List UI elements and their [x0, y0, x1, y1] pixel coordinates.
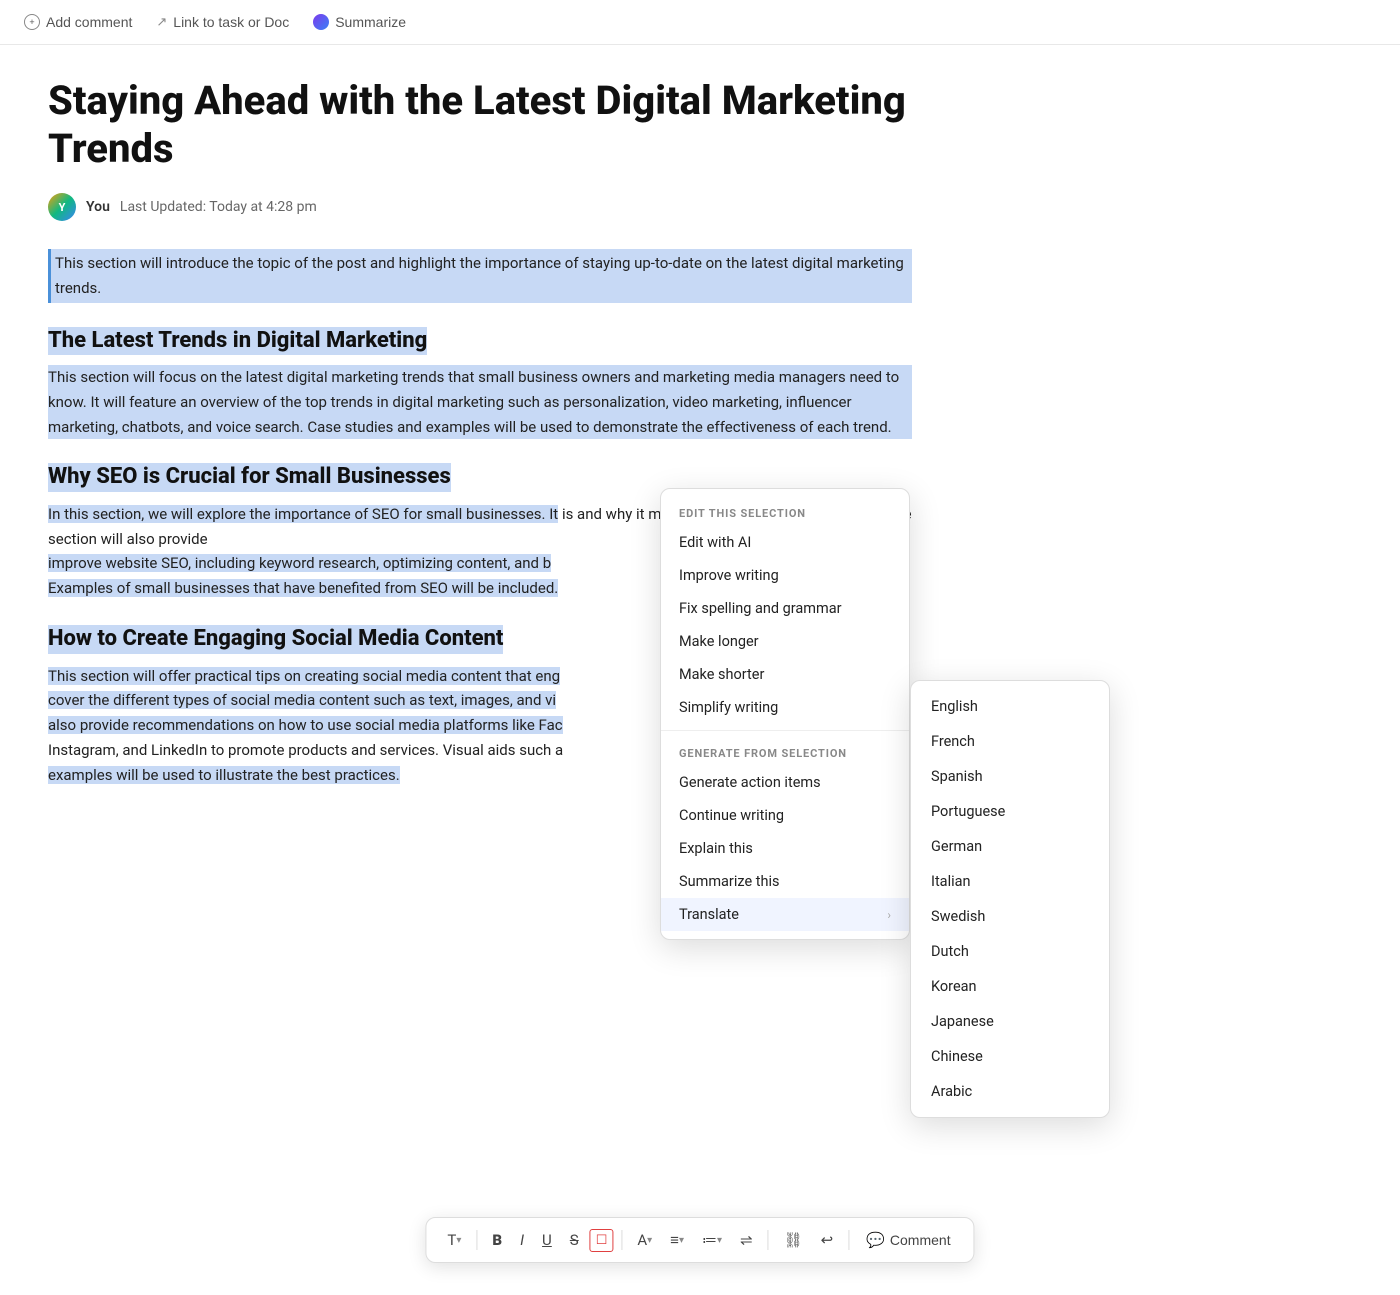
separator-3 [768, 1230, 769, 1250]
color-button[interactable]: A ▾ [630, 1226, 659, 1254]
lang-korean[interactable]: Korean [911, 969, 1109, 1004]
summarize-label: Summarize [335, 14, 406, 30]
link-button[interactable]: ⛓ [777, 1226, 810, 1254]
link-task-button[interactable]: ↗ Link to task or Doc [156, 14, 289, 30]
checkbox-button[interactable]: ☐ [590, 1229, 614, 1252]
undo-button[interactable]: ↩ [814, 1226, 841, 1254]
summarize-button[interactable]: Summarize [313, 14, 406, 30]
section-seo-body-selected: In this section, we will explore the imp… [48, 505, 558, 523]
menu-item-simplify[interactable]: Simplify writing [661, 691, 909, 724]
indent-button[interactable]: ⇌ [733, 1226, 760, 1254]
comment-icon: + [24, 14, 40, 30]
lang-german[interactable]: German [911, 829, 1109, 864]
meta-user: You [86, 199, 110, 215]
section-intro: This section will introduce the topic of… [48, 249, 912, 303]
align-arrow: ▾ [679, 1235, 684, 1246]
doc-title: Staying Ahead with the Latest Digital Ma… [48, 77, 912, 173]
comment-label: Comment [890, 1232, 951, 1248]
bold-button[interactable]: B [485, 1226, 509, 1254]
strikethrough-button[interactable]: S [563, 1226, 586, 1254]
link-icon: ↗ [156, 14, 167, 30]
menu-item-continue-writing[interactable]: Continue writing [661, 799, 909, 832]
meta-updated: Last Updated: Today at 4:28 pm [120, 199, 317, 215]
context-menu: EDIT THIS SELECTION Edit with AI Improve… [660, 488, 910, 940]
translate-submenu: English French Spanish Portuguese German… [910, 680, 1110, 1118]
menu-item-improve-writing[interactable]: Improve writing [661, 559, 909, 592]
list-button[interactable]: ≔ ▾ [695, 1226, 729, 1254]
avatar: Y [48, 193, 76, 221]
lang-japanese[interactable]: Japanese [911, 1004, 1109, 1039]
lang-swedish[interactable]: Swedish [911, 899, 1109, 934]
italic-button[interactable]: I [513, 1226, 531, 1254]
add-comment-button[interactable]: + Add comment [24, 14, 132, 30]
menu-item-summarize[interactable]: Summarize this [661, 865, 909, 898]
lang-arabic[interactable]: Arabic [911, 1074, 1109, 1109]
separator-2 [621, 1230, 622, 1250]
lang-spanish[interactable]: Spanish [911, 759, 1109, 794]
text-style-button[interactable]: T ▾ [440, 1226, 468, 1254]
separator-4 [848, 1230, 849, 1250]
lang-chinese[interactable]: Chinese [911, 1039, 1109, 1074]
chevron-right-icon: › [887, 908, 891, 922]
doc-meta: Y You Last Updated: Today at 4:28 pm [48, 193, 912, 221]
context-menu-edit-label: EDIT THIS SELECTION [661, 497, 909, 526]
section-intro-body: This section will introduce the topic of… [48, 249, 912, 303]
lang-french[interactable]: French [911, 724, 1109, 759]
link-task-label: Link to task or Doc [173, 14, 289, 30]
menu-item-edit-ai[interactable]: Edit with AI [661, 526, 909, 559]
color-arrow: ▾ [647, 1235, 652, 1246]
text-style-arrow: ▾ [456, 1235, 461, 1246]
menu-item-make-longer[interactable]: Make longer [661, 625, 909, 658]
section-latest-trends-heading: The Latest Trends in Digital Marketing [48, 327, 427, 356]
add-comment-label: Add comment [46, 14, 132, 30]
top-toolbar: + Add comment ↗ Link to task or Doc Summ… [0, 0, 1400, 45]
section-latest-trends: The Latest Trends in Digital Marketing T… [48, 327, 912, 440]
lang-italian[interactable]: Italian [911, 864, 1109, 899]
section-latest-trends-body: This section will focus on the latest di… [48, 365, 912, 439]
menu-item-translate[interactable]: Translate › [661, 898, 909, 931]
menu-item-explain[interactable]: Explain this [661, 832, 909, 865]
format-toolbar: T ▾ B I U S ☐ A ▾ ≡ ▾ ≔ ▾ ⇌ ⛓ ↩ 💬 Commen… [425, 1217, 974, 1263]
comment-button[interactable]: 💬 Comment [857, 1226, 959, 1254]
comment-icon-bubble: 💬 [866, 1231, 885, 1249]
ai-icon [313, 14, 329, 30]
lang-dutch[interactable]: Dutch [911, 934, 1109, 969]
lang-english[interactable]: English [911, 689, 1109, 724]
list-arrow: ▾ [717, 1235, 722, 1246]
context-menu-generate-label: GENERATE FROM SELECTION [661, 737, 909, 766]
section-social-heading: How to Create Engaging Social Media Cont… [48, 625, 503, 654]
lang-portuguese[interactable]: Portuguese [911, 794, 1109, 829]
align-button[interactable]: ≡ ▾ [663, 1226, 691, 1254]
menu-item-fix-spelling[interactable]: Fix spelling and grammar [661, 592, 909, 625]
underline-button[interactable]: U [535, 1226, 559, 1254]
context-menu-divider [661, 730, 909, 731]
separator-1 [476, 1230, 477, 1250]
section-seo-heading: Why SEO is Crucial for Small Businesses [48, 463, 451, 492]
menu-item-make-shorter[interactable]: Make shorter [661, 658, 909, 691]
menu-item-generate-action-items[interactable]: Generate action items [661, 766, 909, 799]
